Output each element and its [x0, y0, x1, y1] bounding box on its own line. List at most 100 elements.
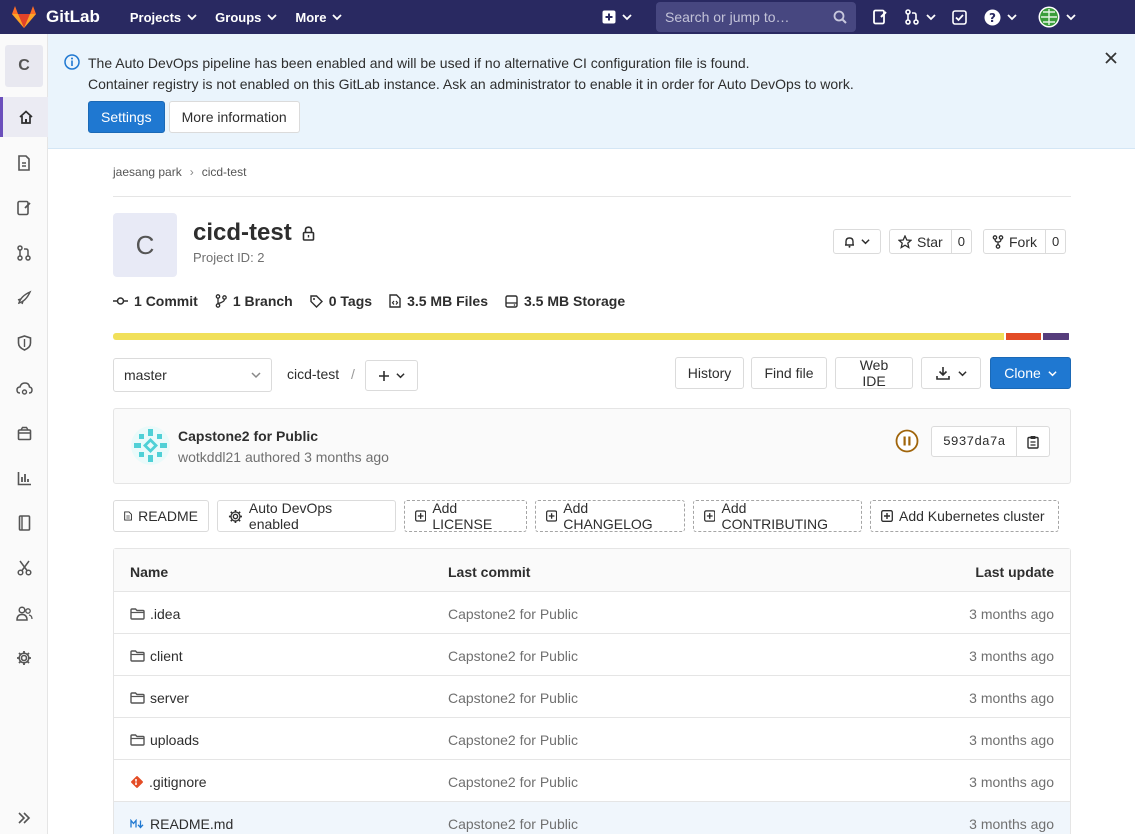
- package-icon: [17, 426, 31, 440]
- sidebar-item-members[interactable]: [0, 593, 48, 633]
- sidebar-item-ci-cd[interactable]: [0, 278, 48, 318]
- table-row[interactable]: uploads Capstone2 for Public 3 months ag…: [114, 718, 1070, 760]
- commits-count: 1: [134, 293, 142, 309]
- file-last-commit[interactable]: Capstone2 for Public: [448, 648, 578, 664]
- new-dropdown[interactable]: [602, 10, 632, 24]
- sidebar-item-issues[interactable]: [0, 188, 48, 228]
- file-name[interactable]: .idea: [150, 606, 180, 622]
- add-license-label: Add LICENSE: [432, 500, 493, 532]
- user-menu[interactable]: [1038, 6, 1076, 28]
- file-name[interactable]: uploads: [150, 732, 199, 748]
- language-segment[interactable]: [1043, 333, 1069, 340]
- tags-stat[interactable]: 0 Tags: [310, 293, 372, 309]
- merge-requests-link[interactable]: [904, 9, 936, 25]
- add-contributing-link[interactable]: Add CONTRIBUTING: [693, 500, 862, 532]
- branch-switcher[interactable]: master: [113, 358, 272, 392]
- table-row[interactable]: server Capstone2 for Public 3 months ago: [114, 676, 1070, 718]
- notification-dropdown[interactable]: [833, 229, 881, 254]
- file-last-commit[interactable]: Capstone2 for Public: [448, 774, 578, 790]
- author-avatar[interactable]: [131, 426, 170, 465]
- file-last-commit[interactable]: Capstone2 for Public: [448, 816, 578, 832]
- file-last-commit[interactable]: Capstone2 for Public: [448, 732, 578, 748]
- search-box[interactable]: [656, 2, 856, 32]
- sidebar-item-operations[interactable]: [0, 368, 48, 408]
- commits-label: Commit: [145, 293, 198, 309]
- add-to-tree-dropdown[interactable]: [365, 360, 418, 391]
- star-count[interactable]: 0: [951, 229, 972, 254]
- auto-devops-link[interactable]: Auto DevOps enabled: [217, 500, 396, 532]
- fork-count[interactable]: 0: [1046, 229, 1067, 254]
- add-changelog-link[interactable]: Add CHANGELOG: [535, 500, 685, 532]
- todos-link[interactable]: [952, 9, 967, 25]
- repo-path-root[interactable]: cicd-test: [287, 366, 339, 382]
- alert-line-1: The Auto DevOps pipeline has been enable…: [88, 55, 750, 71]
- files-stat[interactable]: 3.5 MB Files: [389, 293, 488, 309]
- sidebar-item-merge-requests[interactable]: [0, 233, 48, 273]
- copy-sha-button[interactable]: [1017, 426, 1051, 457]
- find-file-button[interactable]: Find file: [751, 357, 827, 389]
- commit-title[interactable]: Capstone2 for Public: [178, 428, 318, 444]
- download-dropdown[interactable]: [921, 357, 981, 389]
- issues-icon: [17, 200, 31, 216]
- sidebar-item-settings[interactable]: [0, 638, 48, 678]
- branches-stat[interactable]: 1 Branch: [215, 293, 293, 309]
- sidebar-item-project-overview[interactable]: [0, 97, 48, 137]
- search-input[interactable]: [665, 9, 825, 25]
- table-row[interactable]: README.md Capstone2 for Public 3 months …: [114, 802, 1070, 834]
- file-name[interactable]: .gitignore: [149, 774, 207, 790]
- file-name[interactable]: README.md: [150, 816, 233, 832]
- more-information-button[interactable]: More information: [168, 101, 300, 133]
- help-icon: ?: [984, 9, 1001, 25]
- issues-link[interactable]: [872, 9, 888, 25]
- path-separator: /: [351, 366, 355, 382]
- web-ide-button[interactable]: Web IDE: [835, 357, 913, 389]
- commit-author[interactable]: wotkddl21: [178, 449, 241, 465]
- chevron-down-icon: [957, 370, 967, 376]
- commit-sha[interactable]: 5937da7a: [931, 426, 1018, 457]
- fork-button[interactable]: Fork: [983, 229, 1046, 254]
- add-license-link[interactable]: Add LICENSE: [404, 500, 527, 532]
- repository-language-bar[interactable]: [113, 333, 1071, 340]
- language-segment[interactable]: [113, 333, 1004, 340]
- file-last-commit[interactable]: Capstone2 for Public: [448, 690, 578, 706]
- clipboard-icon: [1027, 435, 1040, 449]
- clone-dropdown[interactable]: Clone: [990, 357, 1071, 389]
- file-name[interactable]: server: [150, 690, 189, 706]
- sidebar-item-analytics[interactable]: [0, 458, 48, 498]
- sidebar-item-wiki[interactable]: [0, 503, 48, 543]
- help-dropdown[interactable]: ?: [984, 9, 1017, 26]
- groups-menu[interactable]: Groups: [215, 10, 278, 25]
- readme-link[interactable]: README: [113, 500, 209, 532]
- pipeline-status-paused-icon[interactable]: [895, 429, 919, 453]
- table-row[interactable]: .idea Capstone2 for Public 3 months ago: [114, 592, 1070, 634]
- language-segment[interactable]: [1006, 333, 1041, 340]
- add-kubernetes-cluster-link[interactable]: Add Kubernetes cluster: [870, 500, 1059, 532]
- sidebar-item-security[interactable]: [0, 323, 48, 363]
- sidebar-collapse-toggle[interactable]: [0, 798, 48, 834]
- sidebar-item-snippets[interactable]: [0, 548, 48, 588]
- star-button[interactable]: Star: [889, 229, 952, 254]
- file-last-commit[interactable]: Capstone2 for Public: [448, 606, 578, 622]
- breadcrumb-project[interactable]: cicd-test: [202, 165, 247, 179]
- projects-menu[interactable]: Projects: [130, 10, 197, 25]
- table-row[interactable]: .gitignore Capstone2 for Public 3 months…: [114, 760, 1070, 802]
- notification-button[interactable]: [833, 229, 881, 254]
- breadcrumb-owner[interactable]: jaesang park: [113, 165, 182, 179]
- history-button[interactable]: History: [675, 357, 744, 389]
- sidebar-item-repository[interactable]: [0, 143, 48, 183]
- download-group: [921, 357, 981, 389]
- user-avatar-icon: [1038, 6, 1060, 28]
- table-row[interactable]: client Capstone2 for Public 3 months ago: [114, 634, 1070, 676]
- commits-stat[interactable]: 1 Commit: [113, 293, 198, 309]
- commit-icon: [113, 297, 128, 305]
- storage-stat[interactable]: 3.5 MB Storage: [505, 293, 625, 309]
- gitlab-home-link[interactable]: GitLab: [11, 5, 100, 29]
- sidebar-item-packages[interactable]: [0, 413, 48, 453]
- users-icon: [15, 605, 33, 621]
- file-name[interactable]: client: [150, 648, 183, 664]
- more-menu[interactable]: More: [295, 10, 343, 25]
- find-file-group: Find file: [751, 357, 827, 389]
- close-icon[interactable]: [1105, 52, 1117, 64]
- sidebar-project-avatar[interactable]: C: [5, 45, 43, 87]
- settings-button[interactable]: Settings: [88, 101, 165, 133]
